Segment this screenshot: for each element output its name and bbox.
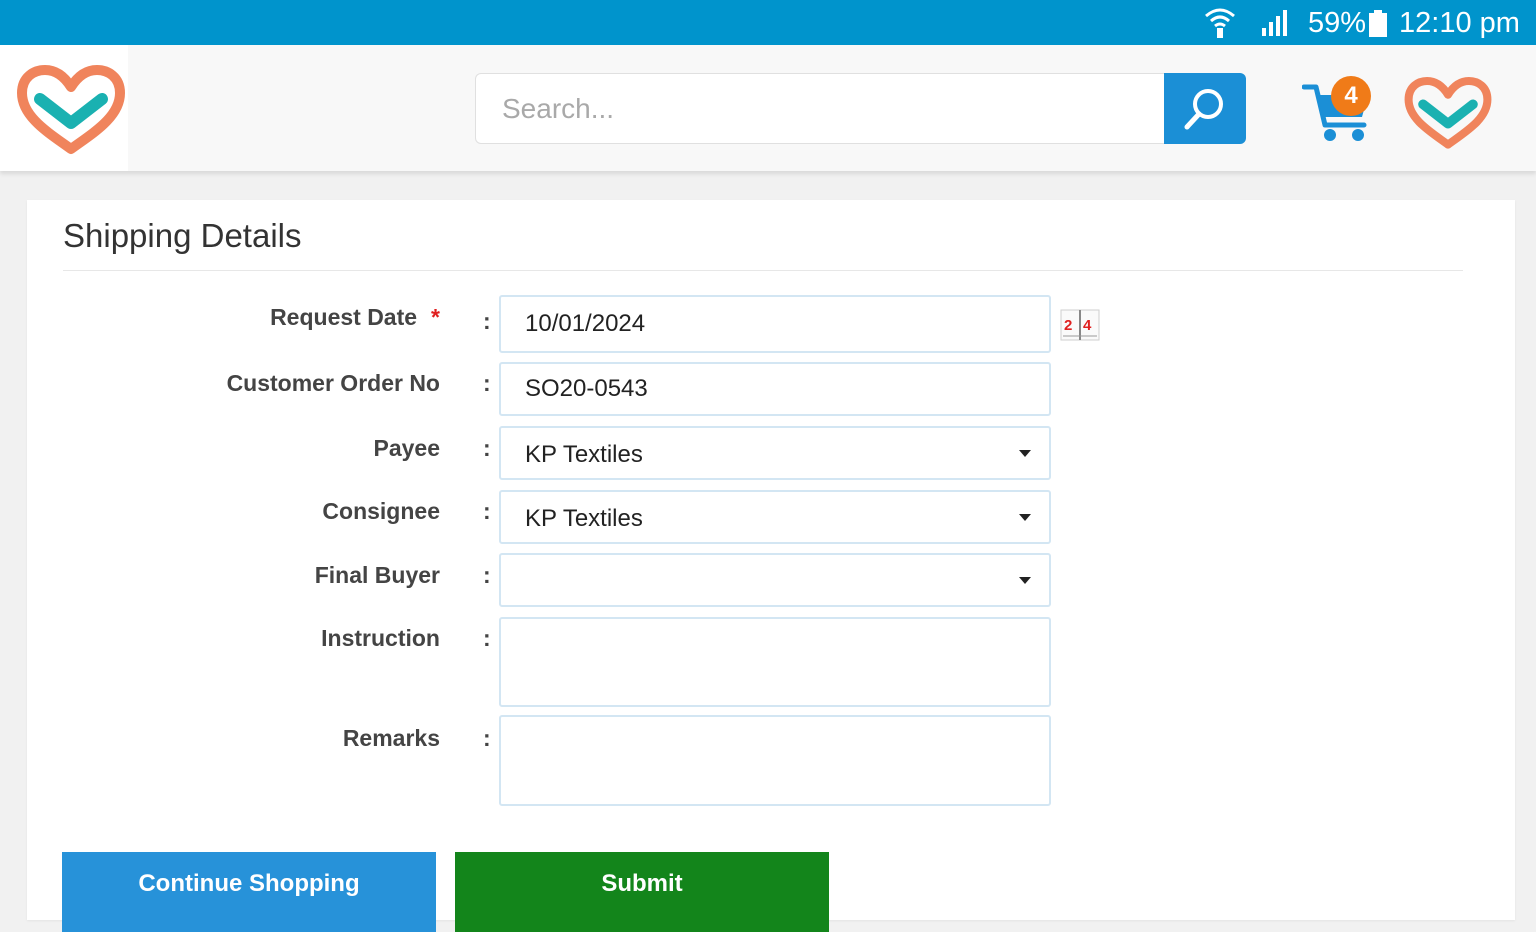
customer-order-no-label: Customer Order No bbox=[226, 370, 440, 396]
chevron-down-icon bbox=[1019, 450, 1031, 457]
instruction-textarea[interactable] bbox=[499, 617, 1051, 707]
submit-button[interactable]: Submit bbox=[455, 852, 829, 932]
label-colon: : bbox=[483, 625, 491, 651]
chevron-down-icon bbox=[1019, 514, 1031, 521]
continue-shopping-button[interactable]: Continue Shopping bbox=[62, 852, 436, 932]
remarks-textarea[interactable] bbox=[499, 715, 1051, 806]
payee-label: Payee bbox=[373, 435, 440, 461]
divider bbox=[63, 270, 1463, 271]
remarks-label: Remarks bbox=[342, 725, 440, 751]
cart-count-badge[interactable]: 4 bbox=[1331, 76, 1371, 116]
chevron-down-icon bbox=[1019, 577, 1031, 584]
consignee-selected-value: KP Textiles bbox=[525, 505, 643, 532]
final-buyer-select[interactable] bbox=[499, 553, 1051, 607]
logo-icon[interactable] bbox=[1401, 77, 1495, 151]
page-title: Shipping Details bbox=[63, 217, 302, 254]
consignee-select[interactable]: KP Textiles bbox=[499, 490, 1051, 544]
continue-shopping-label: Continue Shopping bbox=[138, 870, 360, 897]
svg-text:2: 2 bbox=[1064, 317, 1072, 334]
search-input[interactable] bbox=[475, 73, 1165, 144]
instruction-label: Instruction bbox=[321, 625, 440, 651]
app-header: 4 bbox=[0, 45, 1536, 171]
label-colon: : bbox=[483, 725, 491, 751]
label-colon: : bbox=[483, 562, 491, 588]
final-buyer-label: Final Buyer bbox=[314, 562, 440, 588]
status-bar: 59% 12:10 pm bbox=[0, 0, 1536, 45]
shipping-details-card: Shipping Details Request Date* : 2 4 Cus… bbox=[27, 200, 1515, 932]
label-colon: : bbox=[483, 498, 491, 524]
signal-icon bbox=[1262, 10, 1287, 36]
payee-select[interactable]: KP Textiles bbox=[499, 426, 1051, 480]
calendar-icon[interactable]: 2 4 bbox=[1060, 308, 1100, 342]
clock: 12:10 pm bbox=[1399, 7, 1520, 39]
wifi-icon bbox=[1205, 8, 1235, 38]
consignee-label: Consignee bbox=[322, 498, 440, 524]
label-colon: : bbox=[483, 370, 491, 396]
customer-order-no-input[interactable] bbox=[499, 362, 1051, 416]
search-bar bbox=[475, 73, 1247, 146]
battery-percent: 59% bbox=[1308, 7, 1367, 39]
required-mark: * bbox=[431, 304, 440, 330]
request-date-input[interactable] bbox=[499, 295, 1051, 353]
logo-icon[interactable] bbox=[14, 65, 128, 157]
payee-selected-value: KP Textiles bbox=[525, 441, 643, 468]
request-date-label: Request Date * bbox=[270, 304, 440, 330]
label-colon: : bbox=[483, 435, 491, 461]
svg-text:4: 4 bbox=[1083, 317, 1092, 334]
search-button[interactable] bbox=[1164, 73, 1246, 144]
label-colon: : bbox=[483, 308, 491, 334]
submit-label: Submit bbox=[601, 870, 683, 897]
battery-icon bbox=[1369, 10, 1387, 37]
search-icon bbox=[1184, 89, 1223, 130]
logo-tile[interactable] bbox=[0, 45, 128, 171]
